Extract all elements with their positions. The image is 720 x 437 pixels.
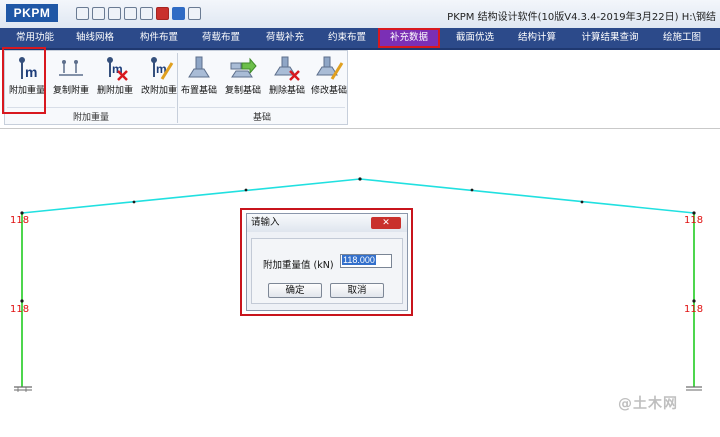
title-bar: PKPM PKPM 结构设计软件(10版V4.3.4-2019年3月22日) H… bbox=[0, 0, 720, 29]
group-name-foundation: 基础 bbox=[252, 113, 271, 123]
load-label: 118 bbox=[10, 215, 30, 226]
copy-foundation-label: 复制基础 bbox=[224, 86, 261, 96]
node bbox=[692, 299, 696, 303]
document-icon[interactable] bbox=[188, 7, 201, 20]
node bbox=[358, 177, 362, 181]
copy-foundation-icon bbox=[230, 57, 257, 78]
tab-supplementary-data[interactable]: 补充数据 bbox=[378, 28, 440, 48]
tab-load-supplement[interactable]: 荷载补充 bbox=[256, 28, 314, 48]
weight-field-label: 附加重量值 (kN) bbox=[263, 260, 334, 271]
delete-foundation-icon bbox=[274, 56, 300, 81]
tab-common[interactable]: 常用功能 bbox=[6, 28, 64, 48]
copy-weight-button[interactable]: 复制附重 bbox=[49, 53, 93, 97]
modify-foundation-button[interactable]: 修改基础 bbox=[307, 53, 351, 97]
left-support bbox=[14, 386, 32, 392]
copy-weight-icon bbox=[59, 60, 83, 76]
tab-construction-drawing[interactable]: 绘施工图 bbox=[652, 28, 712, 48]
folder-icon[interactable] bbox=[140, 7, 153, 20]
tab-member-layout[interactable]: 构件布置 bbox=[130, 28, 188, 48]
modify-foundation-label: 修改基础 bbox=[310, 86, 347, 96]
delete-weight-icon: m bbox=[107, 57, 128, 81]
print-icon[interactable] bbox=[108, 7, 121, 20]
load-label: 118 bbox=[10, 304, 30, 315]
node bbox=[132, 200, 136, 204]
open-icon[interactable] bbox=[124, 7, 137, 20]
node bbox=[20, 299, 24, 303]
save-icon[interactable] bbox=[76, 7, 89, 20]
weight-value-text: 118.000 bbox=[342, 255, 376, 265]
edit-weight-label: 改附加重 bbox=[140, 86, 177, 96]
tab-structural-calc[interactable]: 结构计算 bbox=[508, 28, 566, 48]
help-icon[interactable] bbox=[172, 7, 185, 20]
edit-weight-button[interactable]: m 改附加重 bbox=[137, 53, 181, 97]
copy-foundation-button[interactable]: 复制基础 bbox=[221, 53, 265, 97]
right-support bbox=[686, 386, 702, 391]
copy-weight-label: 复制附重 bbox=[52, 86, 89, 96]
ribbon-tab-bar: 常用功能 轴线网格 构件布置 荷载布置 荷载补充 约束布置 补充数据 截面优选 … bbox=[0, 28, 720, 50]
tab-axis-grid[interactable]: 轴线网格 bbox=[66, 28, 124, 48]
app-logo: PKPM bbox=[6, 4, 58, 22]
load-label: 118 bbox=[684, 215, 704, 226]
delete-foundation-button[interactable]: 删除基础 bbox=[265, 53, 309, 97]
ok-button[interactable]: 确定 bbox=[268, 283, 322, 298]
place-foundation-button[interactable]: 布置基础 bbox=[177, 53, 221, 97]
tab-constraint-layout[interactable]: 约束布置 bbox=[318, 28, 376, 48]
toolbox-icon[interactable] bbox=[156, 7, 169, 20]
modify-foundation-icon bbox=[316, 56, 344, 80]
tab-load-layout[interactable]: 荷载布置 bbox=[192, 28, 250, 48]
node bbox=[244, 188, 248, 192]
cancel-button[interactable]: 取消 bbox=[330, 283, 384, 298]
window-title: PKPM 结构设计软件(10版V4.3.4-2019年3月22日) H:\钢结 bbox=[447, 12, 716, 23]
tab-results-query[interactable]: 计算结果查询 bbox=[572, 28, 648, 48]
node bbox=[580, 200, 584, 204]
delete-weight-label: 删附加重 bbox=[96, 86, 133, 96]
quick-access-toolbar bbox=[76, 7, 201, 20]
delete-foundation-label: 删除基础 bbox=[268, 86, 305, 96]
highlight-add-weight bbox=[2, 47, 46, 114]
group-footer-line bbox=[179, 107, 345, 108]
dialog-body: 附加重量值 (kN) 118.000 确定 取消 bbox=[251, 238, 403, 304]
tab-section-optimize[interactable]: 截面优选 bbox=[446, 28, 504, 48]
delete-weight-button[interactable]: m 删附加重 bbox=[93, 53, 137, 97]
place-foundation-label: 布置基础 bbox=[180, 86, 217, 96]
weight-value-field[interactable]: 118.000 bbox=[340, 254, 392, 268]
ribbon-panel: m 附加重量 复制附重 m 删附加重 m 改附加重 布置基础 复制基础 删除基础… bbox=[4, 50, 348, 125]
node bbox=[470, 188, 474, 192]
foundation-icon bbox=[188, 56, 210, 78]
input-dialog: 请输入 ✕ 附加重量值 (kN) 118.000 确定 取消 bbox=[246, 213, 408, 311]
edit-weight-icon: m bbox=[151, 57, 174, 80]
close-icon[interactable]: ✕ bbox=[371, 217, 401, 229]
watermark: @土木网 bbox=[618, 396, 678, 412]
save-as-icon[interactable] bbox=[92, 7, 105, 20]
load-label: 118 bbox=[684, 304, 704, 315]
